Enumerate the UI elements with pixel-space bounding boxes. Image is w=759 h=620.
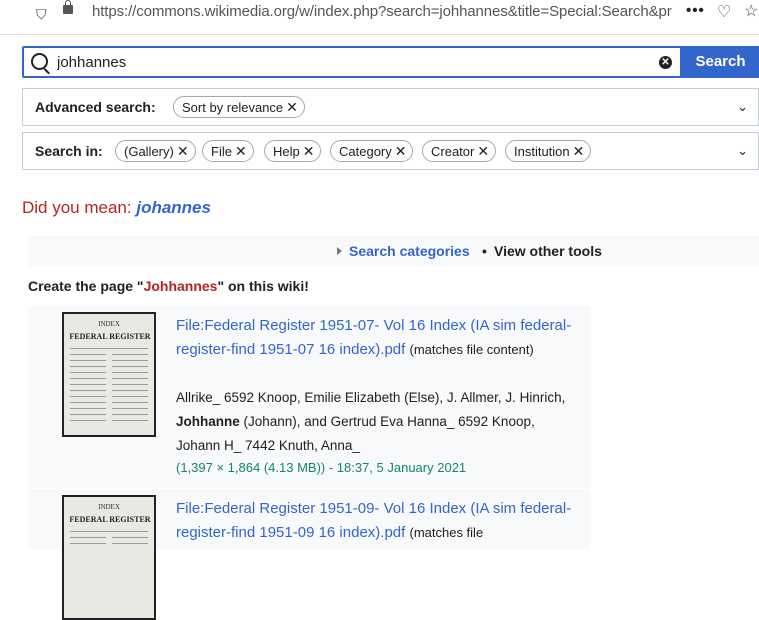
search-input[interactable] xyxy=(57,52,637,72)
result-meta: (1,397 × 1,864 (4.13 MB)) - 18:37, 5 Jan… xyxy=(176,460,467,475)
create-prefix: Create the page " xyxy=(28,278,144,294)
search-in-label: Search in: xyxy=(35,143,103,159)
remove-chip-icon[interactable]: ✕ xyxy=(303,143,315,159)
chip-label: Creator xyxy=(431,144,475,159)
chip-category[interactable]: Category ✕ xyxy=(330,140,414,162)
search-in-panel[interactable]: Search in: (Gallery) ✕ File ✕ Help ✕ Catego… xyxy=(22,132,759,170)
chip-institution[interactable]: Institution ✕ xyxy=(505,140,592,162)
chip-label: Help xyxy=(273,144,300,159)
search-result: INDEX FEDERAL REGISTER File:Federal Regi… xyxy=(28,306,590,488)
thumbnail-title-text: FEDERAL REGISTER xyxy=(69,332,151,341)
advanced-search-label: Advanced search: xyxy=(35,99,156,115)
snippet-match: Johhanne xyxy=(176,414,240,429)
create-suffix: " on this wiki! xyxy=(217,278,309,294)
remove-chip-icon[interactable]: ✕ xyxy=(235,143,247,159)
search-icon xyxy=(31,53,48,70)
result-title: File:Federal Register 1951-09- Vol 16 In… xyxy=(176,497,576,545)
did-you-mean-link[interactable]: johannes xyxy=(136,198,211,217)
bookmark-star-icon[interactable]: ☆ xyxy=(744,1,758,21)
tools-separator: • xyxy=(482,243,487,259)
expand-triangle-icon[interactable] xyxy=(337,247,342,255)
chip-label: File xyxy=(211,144,232,159)
remove-chip-icon[interactable]: ✕ xyxy=(286,99,298,115)
result-title-link[interactable]: File:Federal Register 1951-09- Vol 16 In… xyxy=(176,500,571,541)
remove-chip-icon[interactable]: ✕ xyxy=(573,143,585,159)
did-you-mean: Did you mean: johannes xyxy=(22,198,211,218)
result-thumbnail[interactable]: INDEX FEDERAL REGISTER xyxy=(62,495,156,620)
remove-chip-icon[interactable]: ✕ xyxy=(395,143,407,159)
thumbnail-index-text: INDEX xyxy=(98,503,120,511)
chip-gallery[interactable]: (Gallery) ✕ xyxy=(115,140,196,162)
clear-search-icon[interactable]: ✕ xyxy=(659,56,672,69)
search-tools-bar: Search categories • View other tools xyxy=(28,236,759,266)
chip-help[interactable]: Help ✕ xyxy=(264,140,322,162)
pocket-icon[interactable]: ♡ xyxy=(717,2,731,22)
chip-label: Institution xyxy=(514,144,570,159)
create-page-notice: Create the page "Johhannes" on this wiki… xyxy=(28,278,309,294)
chip-label: Sort by relevance xyxy=(182,100,284,115)
chevron-down-icon[interactable]: ⌄ xyxy=(737,143,748,159)
advanced-search-panel[interactable]: Advanced search: Sort by relevance ✕ ⌄ xyxy=(22,88,759,126)
match-note: (matches file xyxy=(409,525,484,540)
snippet-text: Allrike_ 6592 Knoop, Emilie Elizabeth (E… xyxy=(176,390,566,405)
chip-creator[interactable]: Creator ✕ xyxy=(422,140,497,162)
shield-icon[interactable]: ⛉ xyxy=(36,6,47,23)
chevron-down-icon[interactable]: ⌄ xyxy=(737,99,748,115)
thumbnail-title-text: FEDERAL REGISTER xyxy=(69,515,151,524)
match-note: (matches file content) xyxy=(409,342,534,357)
chip-label: Category xyxy=(339,144,392,159)
did-you-mean-prefix: Did you mean: xyxy=(22,198,137,217)
search-categories-link[interactable]: Search categories xyxy=(349,243,470,259)
search-box: ✕ xyxy=(22,46,682,78)
chip-label: (Gallery) xyxy=(124,144,174,159)
view-other-tools-link[interactable]: View other tools xyxy=(494,243,602,259)
chip-sort-by-relevance[interactable]: Sort by relevance ✕ xyxy=(173,96,305,118)
page-actions-menu-icon[interactable]: ••• xyxy=(686,2,705,19)
lock-icon[interactable] xyxy=(63,0,73,14)
thumbnail-index-text: INDEX xyxy=(98,320,120,328)
remove-chip-icon[interactable]: ✕ xyxy=(177,143,189,159)
create-page-link[interactable]: Johhannes xyxy=(144,278,218,294)
browser-url-bar[interactable]: ⛉ https://commons.wikimedia.org/w/index.… xyxy=(0,0,759,35)
result-snippet: Allrike_ 6592 Knoop, Emilie Elizabeth (E… xyxy=(176,386,581,458)
chip-file[interactable]: File ✕ xyxy=(202,140,254,162)
result-thumbnail[interactable]: INDEX FEDERAL REGISTER xyxy=(62,312,156,437)
result-title: File:Federal Register 1951-07- Vol 16 In… xyxy=(176,314,576,362)
remove-chip-icon[interactable]: ✕ xyxy=(477,143,489,159)
search-button[interactable]: Search xyxy=(682,46,759,78)
search-result: INDEX FEDERAL REGISTER File:Federal Regi… xyxy=(28,489,590,620)
url-text[interactable]: https://commons.wikimedia.org/w/index.ph… xyxy=(92,3,672,20)
